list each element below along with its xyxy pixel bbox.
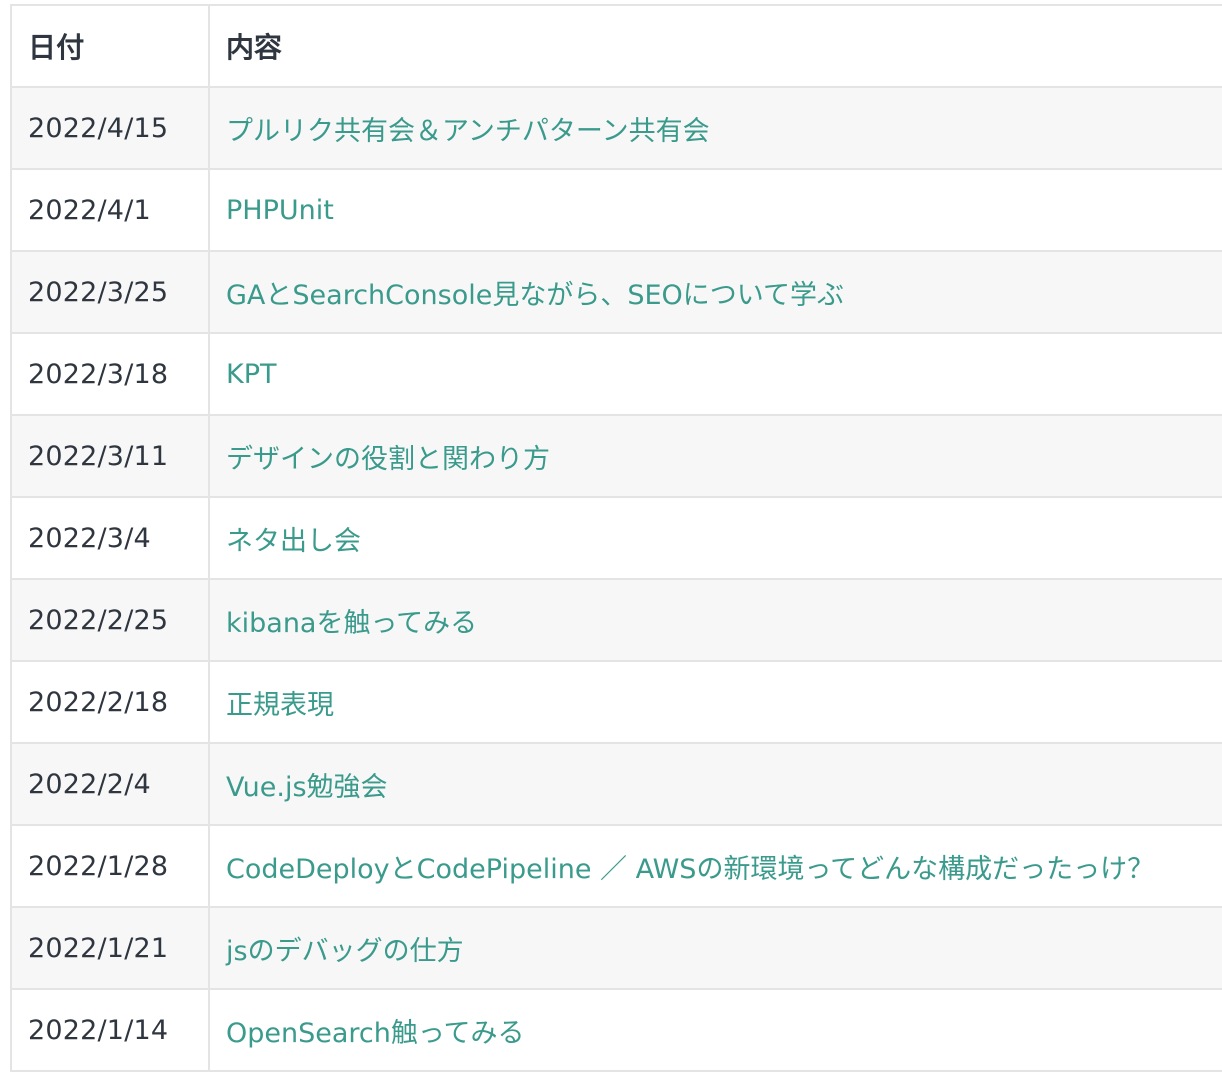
row-date: 2022/2/4 <box>12 744 210 824</box>
table-row: 2022/3/25 GAとSearchConsole見ながら、SEOについて学ぶ <box>12 252 1222 334</box>
row-date: 2022/3/25 <box>12 252 210 332</box>
entry-link[interactable]: PHPUnit <box>226 195 334 226</box>
row-date: 2022/4/15 <box>12 88 210 168</box>
row-date: 2022/3/11 <box>12 416 210 496</box>
row-date: 2022/1/28 <box>12 826 210 906</box>
entry-link[interactable]: CodeDeployとCodePipeline ／ AWSの新環境ってどんな構成… <box>226 847 1154 886</box>
row-content: kibanaを触ってみる <box>210 580 1222 660</box>
row-content: OpenSearch触ってみる <box>210 990 1222 1070</box>
entry-link[interactable]: kibanaを触ってみる <box>226 601 477 640</box>
table-row: 2022/1/14 OpenSearch触ってみる <box>12 990 1222 1072</box>
entry-link[interactable]: 正規表現 <box>226 683 334 722</box>
study-session-table: 日付 内容 2022/4/15 プルリク共有会＆アンチパターン共有会 2022/… <box>10 4 1222 1072</box>
row-date: 2022/2/25 <box>12 580 210 660</box>
row-content: 正規表現 <box>210 662 1222 742</box>
table-row: 2022/2/18 正規表現 <box>12 662 1222 744</box>
row-content: jsのデバッグの仕方 <box>210 908 1222 988</box>
row-date: 2022/2/18 <box>12 662 210 742</box>
row-content: GAとSearchConsole見ながら、SEOについて学ぶ <box>210 252 1222 332</box>
date-column-header: 日付 <box>12 6 210 86</box>
table-row: 2022/3/18 KPT <box>12 334 1222 416</box>
entry-link[interactable]: GAとSearchConsole見ながら、SEOについて学ぶ <box>226 273 844 312</box>
row-content: ネタ出し会 <box>210 498 1222 578</box>
table-row: 2022/4/1 PHPUnit <box>12 170 1222 252</box>
entry-link[interactable]: デザインの役割と関わり方 <box>226 437 550 476</box>
row-content: プルリク共有会＆アンチパターン共有会 <box>210 88 1222 168</box>
table-row: 2022/2/4 Vue.js勉強会 <box>12 744 1222 826</box>
row-date: 2022/3/18 <box>12 334 210 414</box>
table-row: 2022/2/25 kibanaを触ってみる <box>12 580 1222 662</box>
table-row: 2022/1/28 CodeDeployとCodePipeline ／ AWSの… <box>12 826 1222 908</box>
row-date: 2022/3/4 <box>12 498 210 578</box>
entry-link[interactable]: KPT <box>226 359 276 390</box>
table-header-row: 日付 内容 <box>12 6 1222 88</box>
row-date: 2022/4/1 <box>12 170 210 250</box>
row-date: 2022/1/21 <box>12 908 210 988</box>
row-content: CodeDeployとCodePipeline ／ AWSの新環境ってどんな構成… <box>210 826 1222 906</box>
row-content: デザインの役割と関わり方 <box>210 416 1222 496</box>
entry-link[interactable]: ネタ出し会 <box>226 519 361 558</box>
entry-link[interactable]: プルリク共有会＆アンチパターン共有会 <box>226 109 710 148</box>
entry-link[interactable]: jsのデバッグの仕方 <box>226 929 464 968</box>
row-content: KPT <box>210 334 1222 414</box>
content-column-header: 内容 <box>226 31 283 64</box>
table-row: 2022/1/21 jsのデバッグの仕方 <box>12 908 1222 990</box>
entry-link[interactable]: OpenSearch触ってみる <box>226 1011 525 1050</box>
table-row: 2022/3/11 デザインの役割と関わり方 <box>12 416 1222 498</box>
table-row: 2022/4/15 プルリク共有会＆アンチパターン共有会 <box>12 88 1222 170</box>
table-row: 2022/3/4 ネタ出し会 <box>12 498 1222 580</box>
row-date: 2022/1/14 <box>12 990 210 1070</box>
row-content: Vue.js勉強会 <box>210 744 1222 824</box>
entry-link[interactable]: Vue.js勉強会 <box>226 765 388 804</box>
row-content: PHPUnit <box>210 170 1222 250</box>
